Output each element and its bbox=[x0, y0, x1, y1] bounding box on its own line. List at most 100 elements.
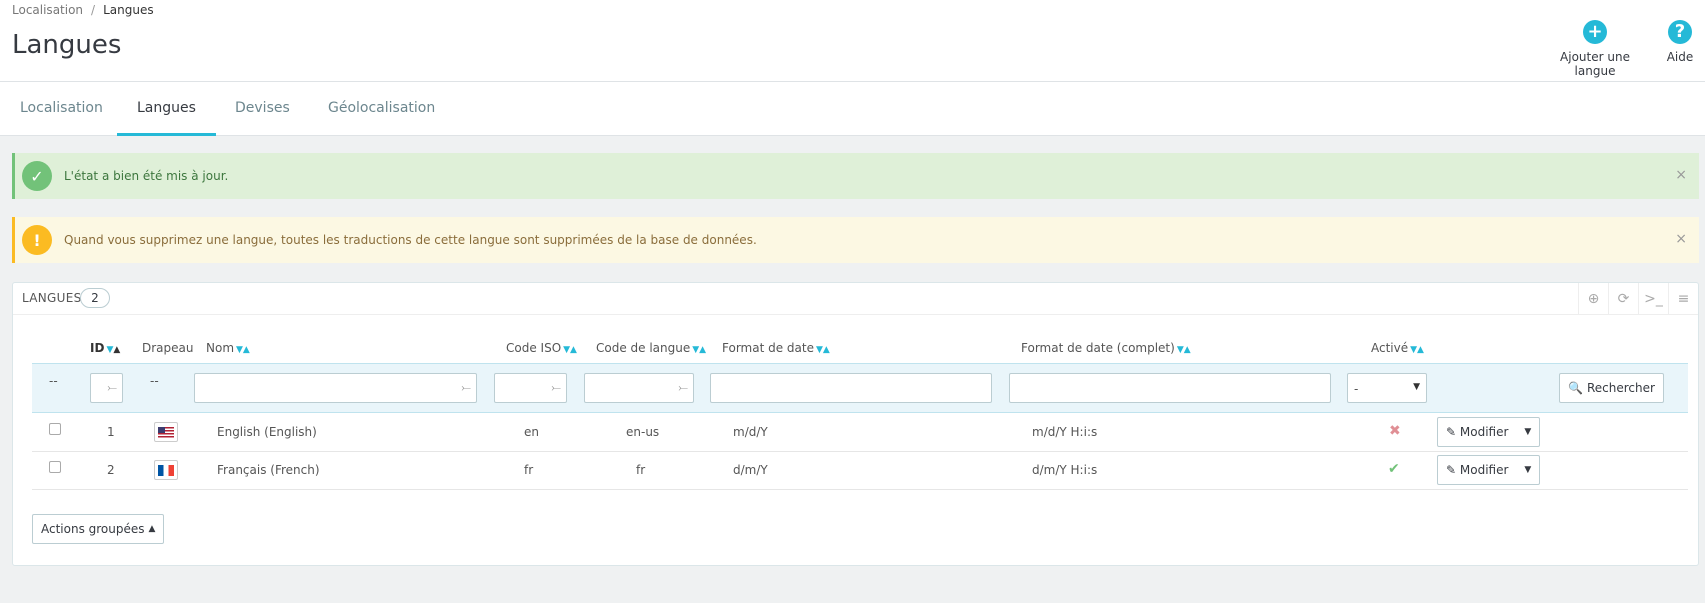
filter-date-full-input[interactable] bbox=[1009, 373, 1331, 403]
count-badge: 2 bbox=[80, 288, 110, 308]
col-header-iso[interactable]: Code ISO ▼▲ bbox=[506, 341, 577, 355]
filter-date-format-field[interactable] bbox=[711, 374, 991, 402]
cell-iso: fr bbox=[524, 463, 534, 477]
cell-name: Français (French) bbox=[217, 463, 320, 477]
table-row[interactable]: 1 English (English) en en-us m/d/Y m/d/Y… bbox=[32, 414, 1688, 452]
tab-localisation[interactable]: Localisation bbox=[0, 82, 123, 136]
cell-iso: en bbox=[524, 425, 539, 439]
sort-icon[interactable]: ▼▲ bbox=[236, 345, 250, 355]
filter-icon: ⤚ bbox=[461, 380, 471, 394]
search-button-label: Rechercher bbox=[1586, 381, 1655, 395]
add-language-label: Ajouter une langue bbox=[1560, 50, 1630, 78]
filter-name-field[interactable] bbox=[195, 374, 476, 402]
tab-langues[interactable]: Langues bbox=[117, 82, 216, 136]
plus-circle-icon: + bbox=[1583, 20, 1607, 44]
tab-devises[interactable]: Devises bbox=[215, 82, 310, 136]
sort-icon[interactable]: ▼▲ bbox=[1177, 345, 1191, 355]
caret-down-icon[interactable]: ▼ bbox=[1516, 465, 1539, 475]
sort-icon[interactable]: ▼▲ bbox=[692, 345, 706, 355]
col-header-date-full[interactable]: Format de date (complet) ▼▲ bbox=[1021, 341, 1191, 355]
pencil-icon: ✎ bbox=[1446, 463, 1457, 477]
cell-date-format: d/m/Y bbox=[733, 463, 768, 477]
breadcrumb-current: Langues bbox=[103, 3, 154, 17]
search-icon: 🔍 bbox=[1568, 381, 1583, 395]
us-flag-icon bbox=[154, 422, 178, 442]
table-row[interactable]: 2 Français (French) fr fr d/m/Y d/m/Y H:… bbox=[32, 452, 1688, 490]
page-title: Langues bbox=[12, 30, 122, 60]
bulk-actions-button[interactable]: Actions groupées ▲ bbox=[32, 514, 165, 544]
filter-icon: ⤚ bbox=[107, 380, 117, 394]
filter-icon: ⤚ bbox=[551, 380, 561, 394]
filter-lang-code-input[interactable]: ⤚ bbox=[584, 373, 694, 403]
edit-button[interactable]: ✎ Modifier ▼ bbox=[1437, 417, 1541, 447]
sort-icon[interactable]: ▼▲ bbox=[816, 345, 830, 355]
close-icon[interactable]: × bbox=[1675, 231, 1687, 247]
cell-lang-code: fr bbox=[636, 463, 646, 477]
filter-name-input[interactable]: ⤚ bbox=[194, 373, 477, 403]
col-header-flag: Drapeau bbox=[142, 341, 194, 355]
cell-date-full: d/m/Y H:i:s bbox=[1032, 463, 1098, 477]
edit-label: Modifier bbox=[1459, 463, 1509, 477]
pencil-icon: ✎ bbox=[1446, 425, 1457, 439]
filter-date-format-input[interactable] bbox=[710, 373, 992, 403]
panel-heading: Langues 2 ⊕ ⟳ >_ ≡ bbox=[13, 283, 1698, 315]
col-header-active[interactable]: Activé ▼▲ bbox=[1371, 341, 1424, 355]
add-language-button[interactable]: + Ajouter une langue bbox=[1540, 20, 1650, 78]
breadcrumb-separator: / bbox=[91, 3, 96, 17]
success-alert: ✓ L'état a bien été mis à jour. × bbox=[12, 153, 1699, 199]
row-checkbox[interactable] bbox=[49, 461, 61, 473]
filter-id-input[interactable]: ⤚ bbox=[90, 373, 123, 403]
help-button[interactable]: ? Aide bbox=[1660, 20, 1700, 64]
panel-title: Langues bbox=[22, 291, 82, 305]
filter-date-full-field[interactable] bbox=[1010, 374, 1330, 402]
refresh-icon[interactable]: ⟳ bbox=[1608, 283, 1638, 315]
sort-icon[interactable]: ▼▲ bbox=[1410, 345, 1424, 355]
warning-message: Quand vous supprimez une langue, toutes … bbox=[64, 233, 757, 247]
filter-active-select[interactable]: - ▼ bbox=[1347, 373, 1427, 403]
tab-geolocalisation[interactable]: Géolocalisation bbox=[308, 82, 455, 136]
breadcrumb-parent[interactable]: Localisation bbox=[12, 3, 83, 17]
caret-up-icon: ▲ bbox=[148, 524, 156, 534]
sort-icon[interactable]: ▼▲ bbox=[563, 345, 577, 355]
sort-icon[interactable]: ▼▲ bbox=[106, 345, 120, 355]
disabled-x-icon[interactable]: ✖ bbox=[1389, 423, 1401, 439]
cell-date-format: m/d/Y bbox=[733, 425, 768, 439]
col-header-date-format[interactable]: Format de date ▼▲ bbox=[722, 341, 830, 355]
edit-label: Modifier bbox=[1459, 425, 1509, 439]
success-message: L'état a bien été mis à jour. bbox=[64, 169, 229, 183]
col-header-name[interactable]: Nom ▼▲ bbox=[206, 341, 250, 355]
tab-bar: Localisation Langues Devises Géolocalisa… bbox=[0, 82, 1705, 136]
filter-iso-input[interactable]: ⤚ bbox=[494, 373, 567, 403]
languages-panel: Langues 2 ⊕ ⟳ >_ ≡ ID ▼▲ Drapeau Nom ▼▲ Co… bbox=[12, 282, 1699, 566]
panel-tools: ⊕ ⟳ >_ ≡ bbox=[1578, 283, 1698, 315]
cell-id: 1 bbox=[107, 425, 115, 439]
bulk-actions-label: Actions groupées bbox=[41, 522, 145, 536]
cell-name: English (English) bbox=[217, 425, 317, 439]
page-header: Localisation / Langues Langues + Ajouter u… bbox=[0, 0, 1705, 82]
question-circle-icon: ? bbox=[1668, 20, 1692, 44]
col-header-lang-code[interactable]: Code de langue ▼▲ bbox=[596, 341, 706, 355]
sql-query-icon[interactable]: >_ bbox=[1638, 283, 1668, 315]
add-new-icon[interactable]: ⊕ bbox=[1578, 283, 1608, 315]
fr-flag-icon bbox=[154, 460, 178, 480]
cell-date-full: m/d/Y H:i:s bbox=[1032, 425, 1098, 439]
edit-button[interactable]: ✎ Modifier ▼ bbox=[1437, 455, 1541, 485]
cell-lang-code: en-us bbox=[626, 425, 660, 439]
filter-active-value: - bbox=[1354, 382, 1359, 396]
filter-lang-code-field[interactable] bbox=[585, 374, 693, 402]
chevron-down-icon: ▼ bbox=[1413, 382, 1420, 392]
row-checkbox[interactable] bbox=[49, 423, 61, 435]
caret-down-icon[interactable]: ▼ bbox=[1516, 427, 1539, 437]
database-icon[interactable]: ≡ bbox=[1668, 283, 1698, 315]
breadcrumb: Localisation / Langues bbox=[12, 3, 154, 17]
col-header-id[interactable]: ID ▼▲ bbox=[90, 341, 120, 355]
check-circle-icon: ✓ bbox=[22, 161, 52, 191]
warning-alert: ! Quand vous supprimez une langue, toute… bbox=[12, 217, 1699, 263]
search-button[interactable]: 🔍 Rechercher bbox=[1559, 373, 1664, 403]
filter-placeholder: -- bbox=[49, 374, 58, 388]
enabled-check-icon[interactable]: ✔ bbox=[1388, 461, 1400, 477]
filter-placeholder: -- bbox=[150, 374, 159, 388]
help-label: Aide bbox=[1666, 50, 1694, 64]
close-icon[interactable]: × bbox=[1675, 167, 1687, 183]
exclamation-circle-icon: ! bbox=[22, 225, 52, 255]
